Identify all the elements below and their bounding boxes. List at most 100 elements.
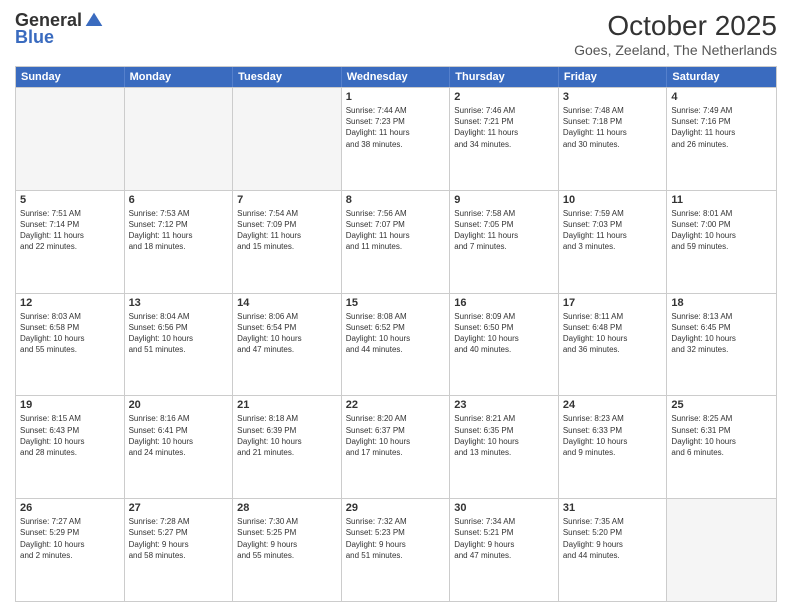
- cell-info: Sunrise: 7:48 AM Sunset: 7:18 PM Dayligh…: [563, 105, 663, 150]
- calendar-cell: 29 Sunrise: 7:32 AM Sunset: 5:23 PM Dayli…: [342, 499, 451, 601]
- cell-info: Sunrise: 8:21 AM Sunset: 6:35 PM Dayligh…: [454, 413, 554, 458]
- calendar-cell: 25 Sunrise: 8:25 AM Sunset: 6:31 PM Dayli…: [667, 396, 776, 498]
- cell-info: Sunrise: 8:15 AM Sunset: 6:43 PM Dayligh…: [20, 413, 120, 458]
- cell-info: Sunrise: 7:56 AM Sunset: 7:07 PM Dayligh…: [346, 208, 446, 253]
- day-number: 21: [237, 399, 337, 411]
- weekday-header-friday: Friday: [559, 67, 668, 87]
- day-number: 11: [671, 194, 772, 206]
- calendar-cell: 31 Sunrise: 7:35 AM Sunset: 5:20 PM Dayli…: [559, 499, 668, 601]
- day-number: 19: [20, 399, 120, 411]
- cell-info: Sunrise: 7:27 AM Sunset: 5:29 PM Dayligh…: [20, 516, 120, 561]
- calendar-cell: 24Sunrise: 8:23 AM Sunset: 6:33 PM Dayli…: [559, 396, 668, 498]
- cell-info: Sunrise: 8:11 AM Sunset: 6:48 PM Dayligh…: [563, 311, 663, 356]
- calendar-cell: [667, 499, 776, 601]
- day-number: 6: [129, 194, 229, 206]
- title-block: October 2025 Goes, Zeeland, The Netherla…: [574, 10, 777, 58]
- day-number: 5: [20, 194, 120, 206]
- cell-info: Sunrise: 7:34 AM Sunset: 5:21 PM Dayligh…: [454, 516, 554, 561]
- cell-info: Sunrise: 8:13 AM Sunset: 6:45 PM Dayligh…: [671, 311, 772, 356]
- calendar-cell: 17 Sunrise: 8:11 AM Sunset: 6:48 PM Dayli…: [559, 294, 668, 396]
- cell-info: Sunrise: 8:04 AM Sunset: 6:56 PM Dayligh…: [129, 311, 229, 356]
- calendar-cell: 26Sunrise: 7:27 AM Sunset: 5:29 PM Dayli…: [16, 499, 125, 601]
- calendar-cell: 15 Sunrise: 8:08 AM Sunset: 6:52 PM Dayli…: [342, 294, 451, 396]
- cell-info: Sunrise: 7:49 AM Sunset: 7:16 PM Dayligh…: [671, 105, 772, 150]
- calendar-cell: 4 Sunrise: 7:49 AM Sunset: 7:16 PM Daylig…: [667, 88, 776, 190]
- calendar-header: SundayMondayTuesdayWednesdayThursdayFrid…: [16, 67, 776, 87]
- logo-icon: [84, 11, 104, 31]
- cell-info: Sunrise: 7:44 AM Sunset: 7:23 PM Dayligh…: [346, 105, 446, 150]
- page: General Blue October 2025 Goes, Zeeland,…: [0, 0, 792, 612]
- cell-info: Sunrise: 7:32 AM Sunset: 5:23 PM Dayligh…: [346, 516, 446, 561]
- day-number: 1: [346, 91, 446, 103]
- logo: General Blue: [15, 10, 104, 48]
- calendar: SundayMondayTuesdayWednesdayThursdayFrid…: [15, 66, 777, 602]
- calendar-cell: 20Sunrise: 8:16 AM Sunset: 6:41 PM Dayli…: [125, 396, 234, 498]
- cell-info: Sunrise: 7:30 AM Sunset: 5:25 PM Dayligh…: [237, 516, 337, 561]
- calendar-cell: 13 Sunrise: 8:04 AM Sunset: 6:56 PM Dayli…: [125, 294, 234, 396]
- calendar-cell: 6 Sunrise: 7:53 AM Sunset: 7:12 PM Daylig…: [125, 191, 234, 293]
- cell-info: Sunrise: 7:53 AM Sunset: 7:12 PM Dayligh…: [129, 208, 229, 253]
- calendar-cell: [233, 88, 342, 190]
- calendar-cell: 9 Sunrise: 7:58 AM Sunset: 7:05 PM Daylig…: [450, 191, 559, 293]
- day-number: 22: [346, 399, 446, 411]
- day-number: 4: [671, 91, 772, 103]
- day-number: 10: [563, 194, 663, 206]
- day-number: 12: [20, 297, 120, 309]
- cell-info: Sunrise: 7:54 AM Sunset: 7:09 PM Dayligh…: [237, 208, 337, 253]
- calendar-cell: 11Sunrise: 8:01 AM Sunset: 7:00 PM Dayli…: [667, 191, 776, 293]
- location: Goes, Zeeland, The Netherlands: [574, 42, 777, 58]
- month-title: October 2025: [574, 10, 777, 42]
- cell-info: Sunrise: 7:46 AM Sunset: 7:21 PM Dayligh…: [454, 105, 554, 150]
- calendar-cell: 14 Sunrise: 8:06 AM Sunset: 6:54 PM Dayli…: [233, 294, 342, 396]
- cell-info: Sunrise: 7:59 AM Sunset: 7:03 PM Dayligh…: [563, 208, 663, 253]
- cell-info: Sunrise: 7:58 AM Sunset: 7:05 PM Dayligh…: [454, 208, 554, 253]
- calendar-cell: 21 Sunrise: 8:18 AM Sunset: 6:39 PM Dayli…: [233, 396, 342, 498]
- day-number: 13: [129, 297, 229, 309]
- day-number: 2: [454, 91, 554, 103]
- calendar-cell: 30Sunrise: 7:34 AM Sunset: 5:21 PM Dayli…: [450, 499, 559, 601]
- calendar-cell: [16, 88, 125, 190]
- day-number: 18: [671, 297, 772, 309]
- weekday-header-monday: Monday: [125, 67, 234, 87]
- day-number: 7: [237, 194, 337, 206]
- day-number: 25: [671, 399, 772, 411]
- cell-info: Sunrise: 8:18 AM Sunset: 6:39 PM Dayligh…: [237, 413, 337, 458]
- day-number: 16: [454, 297, 554, 309]
- day-number: 24: [563, 399, 663, 411]
- calendar-cell: 5 Sunrise: 7:51 AM Sunset: 7:14 PM Daylig…: [16, 191, 125, 293]
- calendar-cell: 1 Sunrise: 7:44 AM Sunset: 7:23 PM Daylig…: [342, 88, 451, 190]
- weekday-header-wednesday: Wednesday: [342, 67, 451, 87]
- day-number: 31: [563, 502, 663, 514]
- weekday-header-tuesday: Tuesday: [233, 67, 342, 87]
- day-number: 17: [563, 297, 663, 309]
- calendar-cell: 19 Sunrise: 8:15 AM Sunset: 6:43 PM Dayli…: [16, 396, 125, 498]
- calendar-cell: 23 Sunrise: 8:21 AM Sunset: 6:35 PM Dayli…: [450, 396, 559, 498]
- day-number: 9: [454, 194, 554, 206]
- calendar-cell: 22 Sunrise: 8:20 AM Sunset: 6:37 PM Dayli…: [342, 396, 451, 498]
- calendar-body: 1 Sunrise: 7:44 AM Sunset: 7:23 PM Daylig…: [16, 87, 776, 601]
- calendar-row-1: 5 Sunrise: 7:51 AM Sunset: 7:14 PM Daylig…: [16, 190, 776, 293]
- cell-info: Sunrise: 8:08 AM Sunset: 6:52 PM Dayligh…: [346, 311, 446, 356]
- day-number: 27: [129, 502, 229, 514]
- weekday-header-saturday: Saturday: [667, 67, 776, 87]
- day-number: 15: [346, 297, 446, 309]
- calendar-cell: 7 Sunrise: 7:54 AM Sunset: 7:09 PM Daylig…: [233, 191, 342, 293]
- calendar-row-4: 26Sunrise: 7:27 AM Sunset: 5:29 PM Dayli…: [16, 498, 776, 601]
- day-number: 23: [454, 399, 554, 411]
- day-number: 8: [346, 194, 446, 206]
- cell-info: Sunrise: 8:25 AM Sunset: 6:31 PM Dayligh…: [671, 413, 772, 458]
- calendar-cell: 12Sunrise: 8:03 AM Sunset: 6:58 PM Dayli…: [16, 294, 125, 396]
- calendar-cell: 28 Sunrise: 7:30 AM Sunset: 5:25 PM Dayli…: [233, 499, 342, 601]
- day-number: 28: [237, 502, 337, 514]
- cell-info: Sunrise: 7:35 AM Sunset: 5:20 PM Dayligh…: [563, 516, 663, 561]
- cell-info: Sunrise: 8:09 AM Sunset: 6:50 PM Dayligh…: [454, 311, 554, 356]
- calendar-cell: 10 Sunrise: 7:59 AM Sunset: 7:03 PM Dayli…: [559, 191, 668, 293]
- day-number: 29: [346, 502, 446, 514]
- logo-blue-text: Blue: [15, 27, 54, 48]
- cell-info: Sunrise: 8:06 AM Sunset: 6:54 PM Dayligh…: [237, 311, 337, 356]
- weekday-header-thursday: Thursday: [450, 67, 559, 87]
- calendar-cell: 2 Sunrise: 7:46 AM Sunset: 7:21 PM Daylig…: [450, 88, 559, 190]
- cell-info: Sunrise: 8:20 AM Sunset: 6:37 PM Dayligh…: [346, 413, 446, 458]
- cell-info: Sunrise: 7:51 AM Sunset: 7:14 PM Dayligh…: [20, 208, 120, 253]
- day-number: 14: [237, 297, 337, 309]
